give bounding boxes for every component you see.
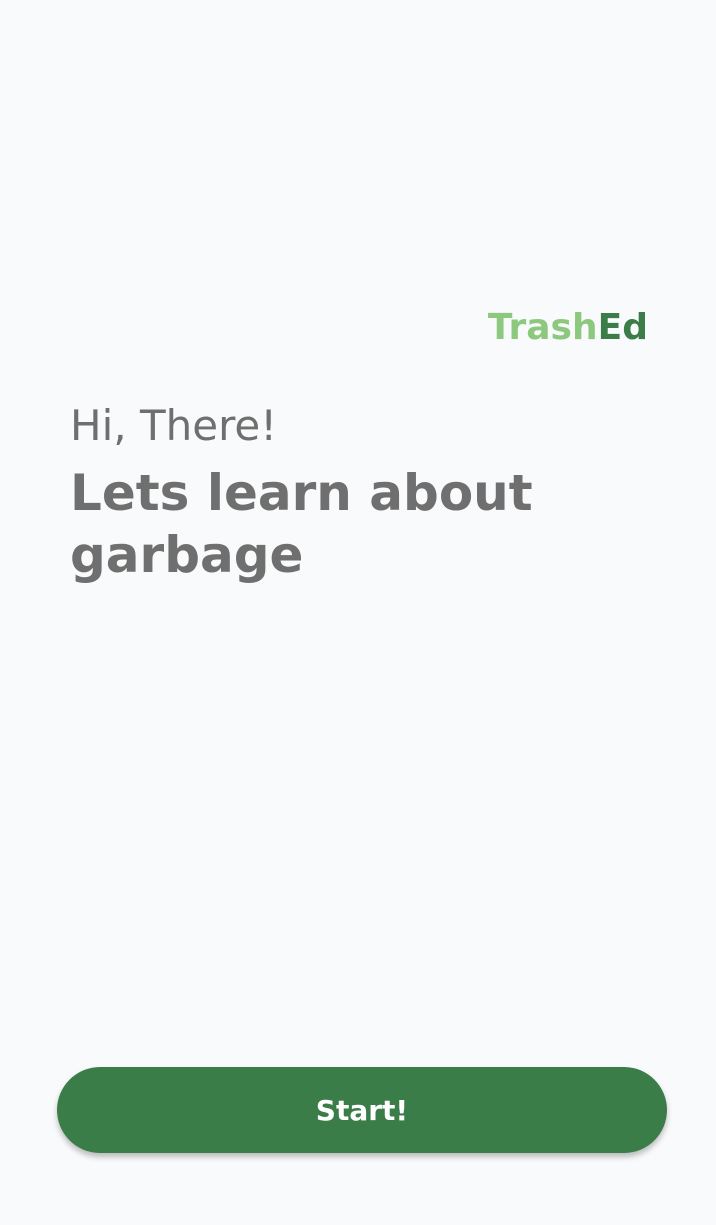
start-button[interactable]: Start! (57, 1067, 667, 1153)
greeting-text: Hi, There! (70, 401, 278, 450)
welcome-screen: TrashEd Hi, There! Lets learn about garb… (0, 0, 716, 1225)
logo-text-trash: Trash (487, 307, 598, 348)
app-logo: TrashEd (488, 306, 648, 350)
headline-text: Lets learn about garbage (70, 464, 533, 584)
logo-text-ed: Ed (597, 307, 648, 348)
